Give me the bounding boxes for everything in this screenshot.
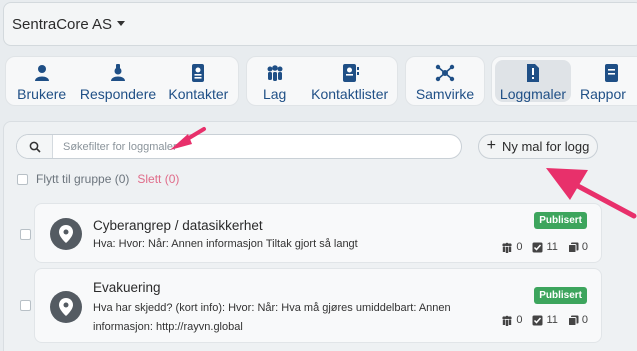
copy-icon xyxy=(567,242,579,253)
new-log-template-button[interactable]: + Ny mal for logg xyxy=(478,134,598,159)
location-pin-icon xyxy=(50,291,82,323)
location-pin-icon xyxy=(50,218,82,250)
nav-reports[interactable]: Rappor xyxy=(574,57,637,105)
checkbox-checked-icon xyxy=(532,315,543,325)
select-all-checkbox[interactable] xyxy=(17,173,28,185)
nav-contact-lists-label: Kontaktlister xyxy=(311,86,389,102)
groups-count: 0 xyxy=(516,314,523,326)
copies-count: 0 xyxy=(581,241,588,253)
nav-collaborate[interactable]: Samvirke xyxy=(406,57,484,105)
org-name: SentraCore AS xyxy=(12,15,113,33)
status-badge: Publisert xyxy=(534,287,587,304)
annotation-arrow-search xyxy=(170,127,206,150)
nav-contact-lists[interactable]: Kontaktlister xyxy=(302,57,397,105)
nav-teams-label: Lag xyxy=(262,86,287,102)
item-stats: 0 11 0 xyxy=(501,314,588,326)
contact-card-icon xyxy=(192,64,205,82)
copies-count: 0 xyxy=(581,314,588,326)
item-description: Hva: Hvor: Når: Annen informasjon Tiltak… xyxy=(93,238,358,250)
item-title: Evakuering xyxy=(93,280,161,295)
search-input[interactable] xyxy=(53,135,461,158)
nav-responders[interactable]: Respondere xyxy=(77,57,158,105)
org-selector[interactable]: SentraCore AS xyxy=(3,2,637,46)
annotation-arrow-new-button xyxy=(546,168,637,219)
list-item[interactable]: Evakuering Hva har skjedd? (kort info): … xyxy=(34,268,602,343)
copy-icon xyxy=(567,315,579,326)
team-icon xyxy=(502,242,512,253)
nav-group-collab: Samvirke xyxy=(405,56,485,106)
checkbox-checked-icon xyxy=(532,242,543,252)
item-stats: 0 11 0 xyxy=(501,241,588,253)
new-log-template-label: Ny mal for logg xyxy=(501,139,590,154)
nav-group-people: Brukere Respondere Kontakter xyxy=(5,56,239,106)
nav-users[interactable]: Brukere xyxy=(6,57,77,105)
network-icon xyxy=(435,64,455,82)
nav-users-label: Brukere xyxy=(17,86,67,102)
nav-collaborate-label: Samvirke xyxy=(415,86,475,102)
nav-reports-label: Rappor xyxy=(580,86,626,102)
team-icon xyxy=(267,65,283,81)
nav-contacts-label: Kontakter xyxy=(168,86,229,102)
nav-log-templates-label: Loggmaler xyxy=(499,86,567,102)
move-to-group-button[interactable]: Flytt til gruppe (0) xyxy=(36,172,129,186)
contact-list-icon xyxy=(342,64,359,82)
row-checkbox[interactable] xyxy=(20,300,31,311)
plus-icon: + xyxy=(486,137,496,154)
user-icon xyxy=(34,65,49,81)
nav-teams[interactable]: Lag xyxy=(247,57,302,105)
bulk-actions: Flytt til gruppe (0) Slett (0) xyxy=(17,172,179,186)
item-description-line1: Hva har skjedd? (kort info): Hvor: Når: … xyxy=(93,302,451,314)
report-icon xyxy=(605,64,618,82)
nav-group-lists: Lag Kontaktlister xyxy=(246,56,398,106)
log-document-icon xyxy=(527,64,539,82)
groups-count: 0 xyxy=(516,241,523,253)
nav-group-logs: Loggmaler Rappor xyxy=(491,56,637,106)
nav-log-templates[interactable]: Loggmaler xyxy=(495,60,571,102)
responder-icon xyxy=(111,64,126,81)
item-description-line2: informasjon: http://rayvn.global xyxy=(93,321,243,333)
list-item[interactable]: Cyberangrep / datasikkerhet Hva: Hvor: N… xyxy=(34,203,602,263)
checks-count: 11 xyxy=(546,314,558,326)
nav-responders-label: Respondere xyxy=(79,86,157,102)
nav-contacts[interactable]: Kontakter xyxy=(159,57,238,105)
search-box xyxy=(16,134,462,159)
team-icon xyxy=(502,315,512,326)
checks-count: 11 xyxy=(546,241,558,253)
caret-down-icon xyxy=(117,20,126,26)
delete-button[interactable]: Slett (0) xyxy=(137,172,179,186)
row-checkbox[interactable] xyxy=(20,229,31,240)
search-icon xyxy=(17,135,53,158)
item-title: Cyberangrep / datasikkerhet xyxy=(93,218,263,233)
